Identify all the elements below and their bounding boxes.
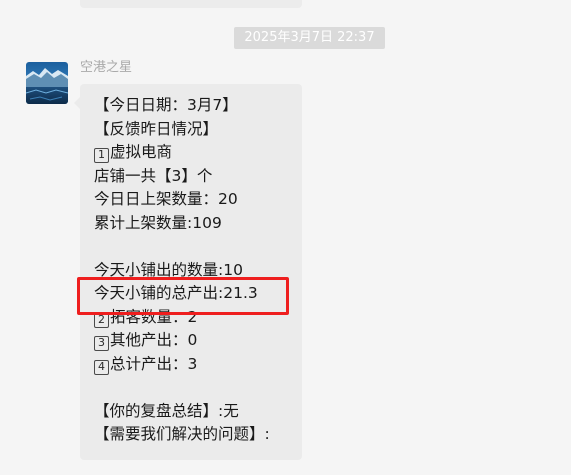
message-line-customers: 2 拓客数量：2 — [94, 306, 302, 330]
previous-message-bubble[interactable] — [80, 0, 302, 8]
message-line-listed-total: 累计上架数量:109 — [94, 213, 222, 232]
message-line-shop-count: 今天小铺出的数量:10 — [94, 260, 243, 279]
message-line-listed-today: 今日日上架数量：20 — [94, 190, 238, 208]
sender-name[interactable]: 空港之星 — [80, 59, 132, 77]
message-line-feedback: 【反馈昨日情况】 — [94, 119, 219, 138]
message-line-date: 【今日日期：3月7】 — [94, 96, 238, 114]
keycap-number-icon: 1 — [94, 148, 109, 163]
message-line-other-output: 3 其他产出：0 — [94, 329, 302, 353]
keycap-number-icon: 4 — [94, 359, 109, 375]
message-bubble[interactable]: 【今日日期：3月7】 【反馈昨日情况】 1 虚拟电商 店铺一共【3】个 今日日上架… — [74, 84, 302, 460]
message-line-category: 1 虚拟电商 — [94, 141, 302, 165]
message-line-total-output: 4 总计产出：3 — [94, 353, 302, 377]
message-line-blank — [94, 235, 302, 259]
message-line-problems: 【需要我们解决的问题】: — [94, 425, 270, 443]
mountain-lake-avatar-icon — [26, 62, 68, 104]
keycap-number-icon: 3 — [94, 336, 109, 351]
sender-avatar[interactable] — [26, 62, 68, 104]
message-line-review: 【你的复盘总结】:无 — [94, 401, 239, 420]
message-line-stores: 店铺一共【3】个 — [94, 166, 213, 185]
keycap-number-icon: 2 — [94, 312, 109, 328]
message-timestamp: 2025年3月7日 22:37 — [234, 27, 385, 49]
message-line-shop-output: 今天小铺的总产出:21.3 — [94, 284, 258, 302]
message-line-blank — [94, 376, 302, 400]
